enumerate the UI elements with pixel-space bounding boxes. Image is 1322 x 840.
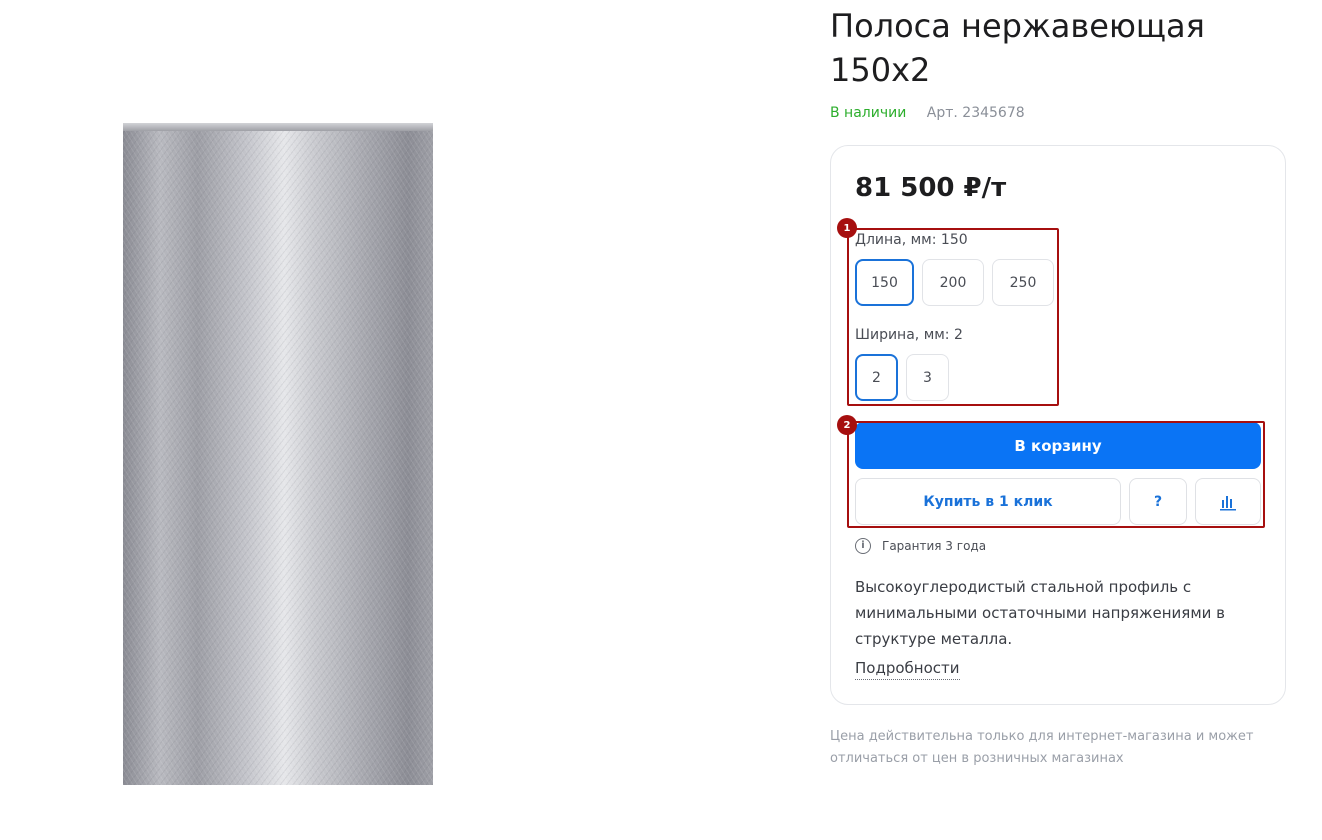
product-description: Высокоуглеродистый стальной профиль с ми…: [855, 578, 1225, 648]
annotation-badge-1: 1: [837, 218, 857, 238]
bar-chart-icon: [1220, 495, 1236, 510]
stock-status: В наличии: [830, 105, 907, 121]
width-option-3[interactable]: 3: [906, 354, 949, 401]
product-image: [123, 123, 433, 785]
sku: Арт. 2345678: [926, 105, 1025, 121]
add-to-cart-button[interactable]: В корзину: [855, 422, 1261, 469]
width-option-label: Ширина, мм: 2: [855, 327, 963, 343]
length-option-150[interactable]: 150: [855, 259, 914, 306]
price-disclaimer: Цена действительна только для интернет-м…: [830, 729, 1254, 766]
warranty-text: Гарантия 3 года: [882, 539, 987, 553]
length-option-label: Длина, мм: 150: [855, 232, 968, 248]
info-icon: i: [855, 538, 871, 554]
length-option-250[interactable]: 250: [992, 259, 1054, 306]
width-option-2[interactable]: 2: [855, 354, 898, 401]
product-meta: В наличии Арт. 2345678: [830, 103, 1025, 123]
length-option-200[interactable]: 200: [922, 259, 984, 306]
product-title: Полоса нержавеющая 150x2: [830, 7, 1205, 89]
warranty-note: i Гарантия 3 года: [855, 537, 986, 555]
compare-button[interactable]: [1195, 478, 1261, 525]
question-button[interactable]: ?: [1129, 478, 1187, 525]
annotation-badge-2: 2: [837, 415, 857, 435]
price: 81 500 ₽/т: [855, 173, 1007, 203]
details-link[interactable]: Подробности: [855, 657, 960, 680]
buy-one-click-button[interactable]: Купить в 1 клик: [855, 478, 1121, 525]
